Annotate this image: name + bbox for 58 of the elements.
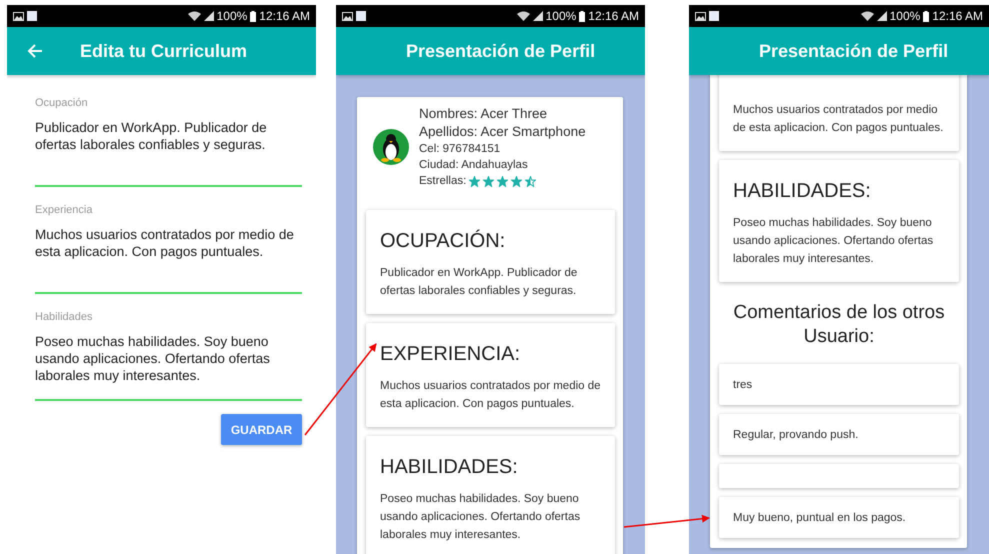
- signal-icon: [532, 11, 543, 21]
- screen-title: Presentación de Perfil: [758, 40, 948, 62]
- text-area-field[interactable]: Ocupación Publicador en WorkApp. Publicador de ofertas laborales confiables y seguras.: [35, 97, 302, 187]
- section-text: Poseo muchas habilidades. Soy bueno usando aplicaciones. Ofertando ofertas laborales muy interesantes.: [733, 216, 934, 267]
- profile-city: Ciudad: Andahuaylas: [419, 158, 529, 173]
- field-label: Experiencia: [35, 204, 94, 216]
- comment-card: Muy bueno, puntual en los pagos.: [719, 497, 959, 538]
- comment-card: tres: [719, 364, 959, 405]
- stars-label: Estrellas:: [419, 174, 466, 189]
- section-heading: EXPERIENCIA:: [380, 343, 522, 366]
- image-icon: [342, 12, 353, 20]
- star-icon: [469, 176, 480, 186]
- section-text: Muchos usuarios contratados por medio de esta aplicacion. Con pagos puntuales.: [733, 103, 944, 136]
- back-button[interactable]: [27, 43, 43, 59]
- wifi-icon: [516, 11, 530, 21]
- field-label: Ocupación: [35, 97, 89, 109]
- section-text: Publicador en WorkApp. Publicador de ofertas laborales confiables y seguras.: [380, 266, 578, 299]
- star-icon: [525, 176, 536, 186]
- field-label: Habilidades: [35, 311, 94, 323]
- section-text: Poseo muchas habilidades. Soy bueno usando aplicaciones. Ofertando ofertas laborales muy interesantes.: [380, 492, 582, 543]
- signal-icon: [204, 11, 214, 21]
- section-heading: OCUPACIÓN:: [380, 230, 506, 253]
- battery-icon: [250, 10, 256, 22]
- wifi-icon: [860, 11, 874, 21]
- section-heading: HABILIDADES:: [733, 180, 872, 203]
- field-value: Publicador en WorkApp. Publicador de ofertas laborales confiables y seguras.: [35, 119, 268, 153]
- signal-icon: [876, 11, 887, 21]
- comments-title: Comentarios de los otros Usuario:: [732, 301, 946, 349]
- clock-time: 12:16 AM: [259, 9, 310, 23]
- text-area-field[interactable]: Experiencia Muchos usuarios contratados por medio de esta aplicacion. Con pagos puntuales.: [35, 204, 302, 294]
- clock-time: 12:16 AM: [588, 9, 639, 23]
- profile-surname: Apellidos: Acer Smartphone: [419, 123, 586, 141]
- star-icon: [511, 176, 522, 186]
- field-value: Muchos usuarios contratados por medio de esta aplicacion. Con pagos puntuales.: [35, 226, 295, 260]
- section-text: Muchos usuarios contratados por medio de esta aplicacion. Con pagos puntuales.: [380, 379, 602, 412]
- screen-title: Edita tu Curriculum: [79, 40, 248, 62]
- profile-name: Nombres: Acer Three: [419, 105, 548, 123]
- comment-card: Regular, provando push.: [719, 414, 959, 455]
- battery-percent: 100%: [546, 9, 576, 23]
- app-icon: [356, 11, 366, 21]
- image-icon: [695, 12, 706, 20]
- profile-phone: Cel: 976784151: [419, 142, 502, 157]
- battery-icon: [923, 10, 930, 22]
- app-icon: [27, 11, 37, 21]
- app-icon: [709, 11, 719, 21]
- star-icon: [497, 176, 508, 186]
- wifi-icon: [188, 11, 201, 21]
- text-area-field[interactable]: Habilidades Poseo muchas habilidades. Soy bueno usando aplicaciones. Ofertando ofertas laborales muy interesantes.: [35, 311, 302, 401]
- field-value: Poseo muchas habilidades. Soy bueno usando aplicaciones. Ofertando ofertas laborales muy interesantes.: [35, 333, 271, 384]
- clock-time: 12:16 AM: [932, 9, 983, 23]
- penguin-avatar: [373, 129, 409, 165]
- image-icon: [13, 12, 24, 20]
- battery-percent: 100%: [216, 9, 248, 23]
- battery-percent: 100%: [890, 9, 920, 23]
- section-heading: HABILIDADES:: [380, 456, 519, 479]
- screen-title: Presentación de Perfil: [405, 40, 596, 62]
- star-icon: [483, 176, 494, 186]
- battery-icon: [579, 10, 586, 22]
